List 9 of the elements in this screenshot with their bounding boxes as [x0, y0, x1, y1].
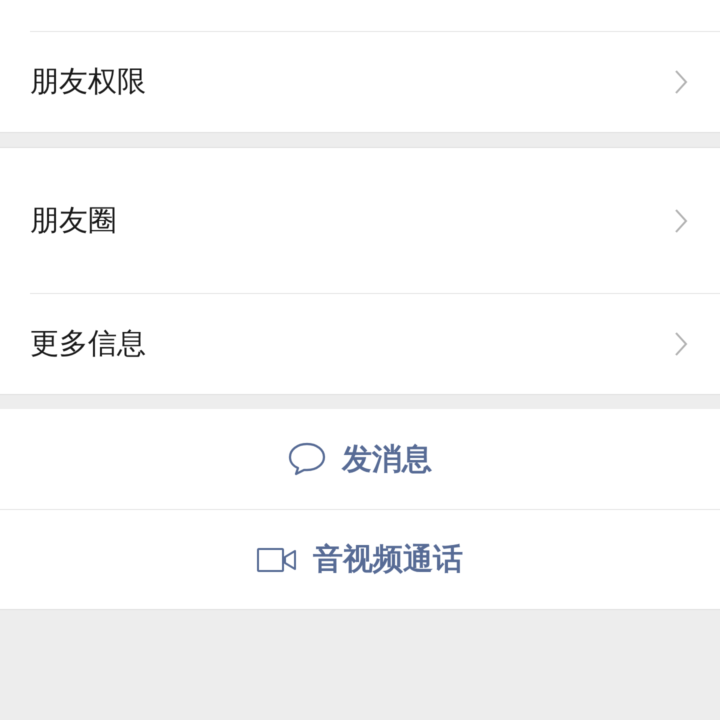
chevron-right-icon: [674, 69, 688, 95]
speech-bubble-icon: [288, 441, 326, 477]
list-item[interactable]: 更多信息: [30, 322, 674, 366]
chevron-right-icon: [674, 208, 688, 234]
list-item[interactable]: 朋友圈: [30, 198, 674, 242]
action-button[interactable]: 音视频通话: [0, 509, 720, 609]
chevron-right-icon: [674, 331, 688, 357]
video-camera-icon: [257, 546, 297, 572]
action-button[interactable]: 发消息: [0, 409, 720, 509]
